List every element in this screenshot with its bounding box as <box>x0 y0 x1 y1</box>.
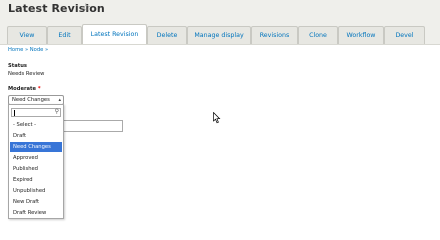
breadcrumb[interactable]: Home » Node » <box>8 47 48 53</box>
tab-devel[interactable]: Devel <box>384 26 425 44</box>
moderate-dropdown: ⚲ - Select - Draft Need Changes Approved… <box>8 104 64 219</box>
status-value: Needs Review <box>8 71 45 77</box>
option-select[interactable]: - Select - <box>10 120 62 130</box>
option-unpublished[interactable]: Unpublished <box>10 186 62 196</box>
option-expired[interactable]: Expired <box>10 175 62 185</box>
moderate-selected-value: Need Changes <box>12 97 50 103</box>
search-icon: ⚲ <box>54 108 59 115</box>
star-outline-icon[interactable]: ☆ <box>81 1 91 14</box>
chevron-down-icon: ▴ <box>58 97 61 103</box>
tab-delete[interactable]: Delete <box>147 26 187 44</box>
required-marker: * <box>37 86 41 92</box>
tab-edit[interactable]: Edit <box>47 26 82 44</box>
tab-manage-display[interactable]: Manage display <box>187 26 251 44</box>
moderate-label: Moderate * <box>8 86 41 92</box>
page-header: Latest Revision ☆ View Edit Latest Revis… <box>0 0 440 45</box>
tab-latest-revision[interactable]: Latest Revision <box>82 24 147 44</box>
tab-bar: View Edit Latest Revision Delete Manage … <box>7 24 425 44</box>
option-approved[interactable]: Approved <box>10 153 62 163</box>
status-label: Status <box>8 63 27 69</box>
option-draft-review[interactable]: Draft Review <box>10 208 62 218</box>
dropdown-search-input[interactable]: ⚲ <box>11 108 61 117</box>
tab-revisions[interactable]: Revisions <box>251 26 298 44</box>
text-cursor <box>14 110 15 116</box>
moderate-label-text: Moderate <box>8 86 37 92</box>
option-need-changes[interactable]: Need Changes <box>10 142 62 152</box>
background-text-input[interactable] <box>62 120 123 132</box>
option-new-draft[interactable]: New Draft <box>10 197 62 207</box>
tab-clone[interactable]: Clone <box>298 26 338 44</box>
tab-workflow[interactable]: Workflow <box>338 26 384 44</box>
option-published[interactable]: Published <box>10 164 62 174</box>
mouse-pointer-icon <box>213 112 221 124</box>
option-draft[interactable]: Draft <box>10 131 62 141</box>
tab-view[interactable]: View <box>7 26 47 44</box>
